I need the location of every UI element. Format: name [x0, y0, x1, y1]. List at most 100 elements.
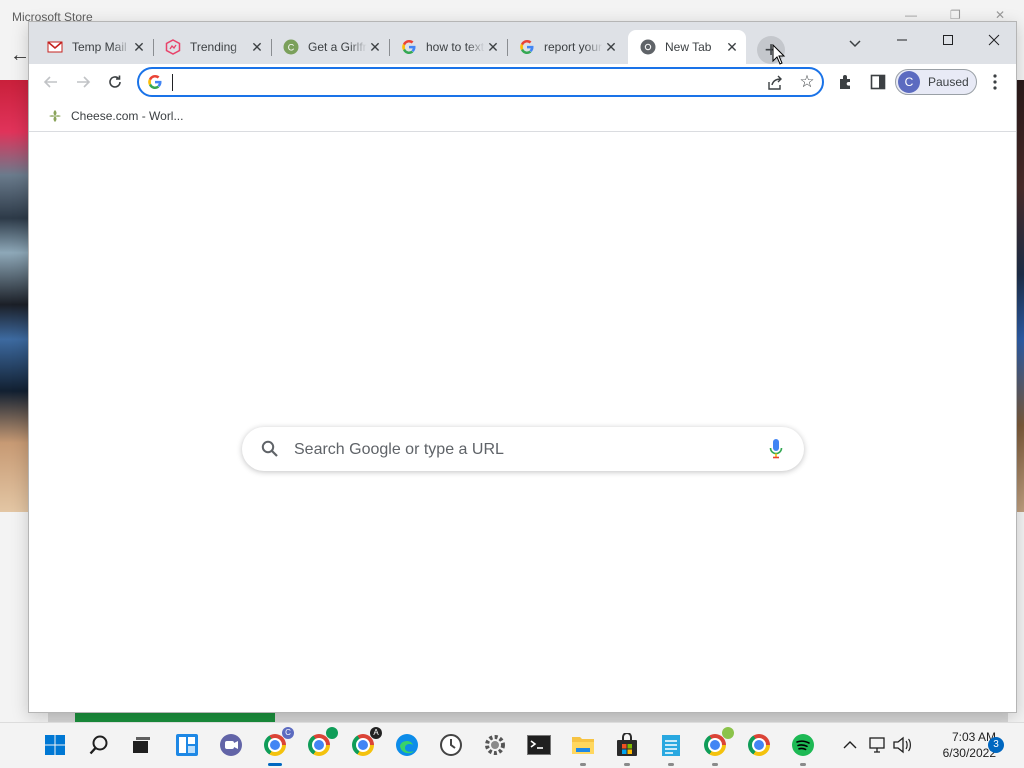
profile-badge: C: [282, 727, 294, 739]
system-clock[interactable]: 7:03 AM 6/30/2022: [918, 729, 996, 761]
running-indicator: [624, 763, 630, 766]
bookmark-star-icon[interactable]: ☆: [797, 72, 817, 92]
tab-trending[interactable]: Trending ✕: [153, 30, 272, 64]
tab-title: New Tab: [665, 40, 712, 54]
close-icon[interactable]: ✕: [724, 39, 740, 55]
svg-text:C: C: [288, 43, 295, 53]
tab-strip: Temp Mail ✕ Trending ✕ C Get a Girlfrien…: [29, 22, 1016, 64]
tab-title: Get a Girlfriend: [308, 40, 367, 54]
teams-chat-icon[interactable]: [217, 731, 245, 759]
toolbar: ☆ C Paused: [29, 64, 1016, 100]
close-icon[interactable]: [971, 26, 1017, 54]
chevron-up-icon[interactable]: [836, 731, 864, 759]
close-icon[interactable]: ✕: [485, 39, 501, 55]
close-icon[interactable]: ✕: [249, 39, 265, 55]
tab-title: Trending: [190, 40, 237, 54]
windows-start-icon[interactable]: [41, 731, 69, 759]
chrome-icon[interactable]: [701, 727, 734, 766]
google-search-box[interactable]: Search Google or type a URL: [242, 427, 804, 471]
active-indicator: [268, 763, 282, 766]
chrome-icon: [640, 39, 656, 55]
chrome-icon[interactable]: C: [261, 727, 294, 766]
chrome-logo: [352, 734, 374, 756]
chrome-icon[interactable]: A: [349, 727, 382, 759]
store-app-artwork[interactable]: [0, 80, 28, 512]
notepad-icon[interactable]: [657, 731, 685, 766]
profile-badge: [326, 727, 338, 739]
terminal-icon[interactable]: [525, 731, 553, 759]
tab-title: Temp Mail: [72, 40, 127, 54]
avatar: C: [898, 71, 920, 93]
bookmark-cheese[interactable]: Cheese.com - Worl...: [41, 105, 189, 127]
trending-icon: [165, 39, 181, 55]
bookmarks-bar: Cheese.com - Worl...: [29, 100, 1016, 132]
chrome-icon[interactable]: [745, 731, 773, 759]
spotify-icon[interactable]: [789, 731, 817, 766]
microphone-icon[interactable]: [768, 438, 784, 460]
google-icon: [147, 74, 163, 90]
taskbar: C A 7:03 AM 6/30/2022 3: [0, 722, 1024, 768]
omnibox-input[interactable]: [173, 72, 753, 92]
clock-app-icon[interactable]: [437, 731, 465, 759]
profile-badge: [722, 727, 734, 739]
back-icon[interactable]: [35, 66, 67, 98]
chrome-window: Temp Mail ✕ Trending ✕ C Get a Girlfrien…: [28, 21, 1017, 713]
store-app-artwork[interactable]: [1016, 80, 1024, 512]
minimize-icon[interactable]: [879, 26, 925, 54]
settings-icon[interactable]: [481, 731, 509, 759]
running-indicator: [800, 763, 806, 766]
arrow-left-icon[interactable]: ←: [10, 44, 30, 67]
bookmark-label: Cheese.com - Worl...: [71, 109, 184, 123]
search-placeholder: Search Google or type a URL: [294, 441, 504, 458]
reload-icon[interactable]: [99, 66, 131, 98]
edge-icon[interactable]: [393, 731, 421, 759]
close-icon[interactable]: ✕: [995, 8, 1005, 22]
chrome-logo: [308, 734, 330, 756]
profile-button[interactable]: C Paused: [895, 69, 977, 95]
widgets-icon[interactable]: [173, 731, 201, 759]
tab-new-tab[interactable]: New Tab ✕: [628, 30, 746, 64]
mouse-cursor-icon: [772, 43, 786, 66]
running-indicator: [712, 763, 718, 766]
gmail-icon: [47, 39, 63, 55]
store-install-button[interactable]: [75, 712, 275, 722]
profile-badge: A: [370, 727, 382, 739]
chevron-down-icon[interactable]: [845, 33, 865, 53]
search-icon[interactable]: [85, 731, 113, 759]
microsoft-store-icon[interactable]: [613, 731, 641, 766]
tab-title: report your: [544, 40, 603, 54]
address-bar[interactable]: ☆: [137, 67, 824, 97]
tab-temp-mail[interactable]: Temp Mail ✕: [35, 30, 154, 64]
chrome-icon[interactable]: [305, 727, 338, 759]
notification-badge[interactable]: 3: [988, 737, 1004, 753]
close-icon[interactable]: ✕: [603, 39, 619, 55]
share-icon[interactable]: [765, 73, 785, 93]
side-panel-icon[interactable]: [862, 66, 894, 98]
tab-report-your[interactable]: report your ✕: [507, 30, 625, 64]
chrome-logo: [264, 734, 286, 756]
file-explorer-icon[interactable]: [569, 731, 597, 766]
restore-icon[interactable]: ❐: [950, 8, 961, 22]
google-icon: [401, 39, 417, 55]
forward-icon[interactable]: [67, 66, 99, 98]
chrome-logo: [704, 734, 726, 756]
tab-get-a-girlfriend[interactable]: C Get a Girlfriend ✕: [271, 30, 390, 64]
volume-icon[interactable]: [888, 731, 916, 759]
maximize-icon[interactable]: [925, 26, 971, 54]
close-icon[interactable]: ✕: [367, 39, 383, 55]
search-icon: [260, 439, 280, 459]
minimize-icon[interactable]: —: [905, 8, 917, 22]
tab-how-to-text[interactable]: how to text ✕: [389, 30, 508, 64]
close-icon[interactable]: ✕: [131, 39, 147, 55]
tab-title: how to text: [426, 40, 485, 54]
profile-status: Paused: [928, 75, 969, 89]
chrome-logo: [748, 734, 770, 756]
extensions-icon[interactable]: [830, 66, 862, 98]
task-view-icon[interactable]: [127, 731, 155, 759]
cheese-icon: [47, 108, 63, 124]
menu-dots-icon[interactable]: [979, 66, 1011, 98]
running-indicator: [668, 763, 674, 766]
cheese-icon: C: [283, 39, 299, 55]
google-icon: [519, 39, 535, 55]
clock-time: 7:03 AM: [951, 730, 996, 744]
